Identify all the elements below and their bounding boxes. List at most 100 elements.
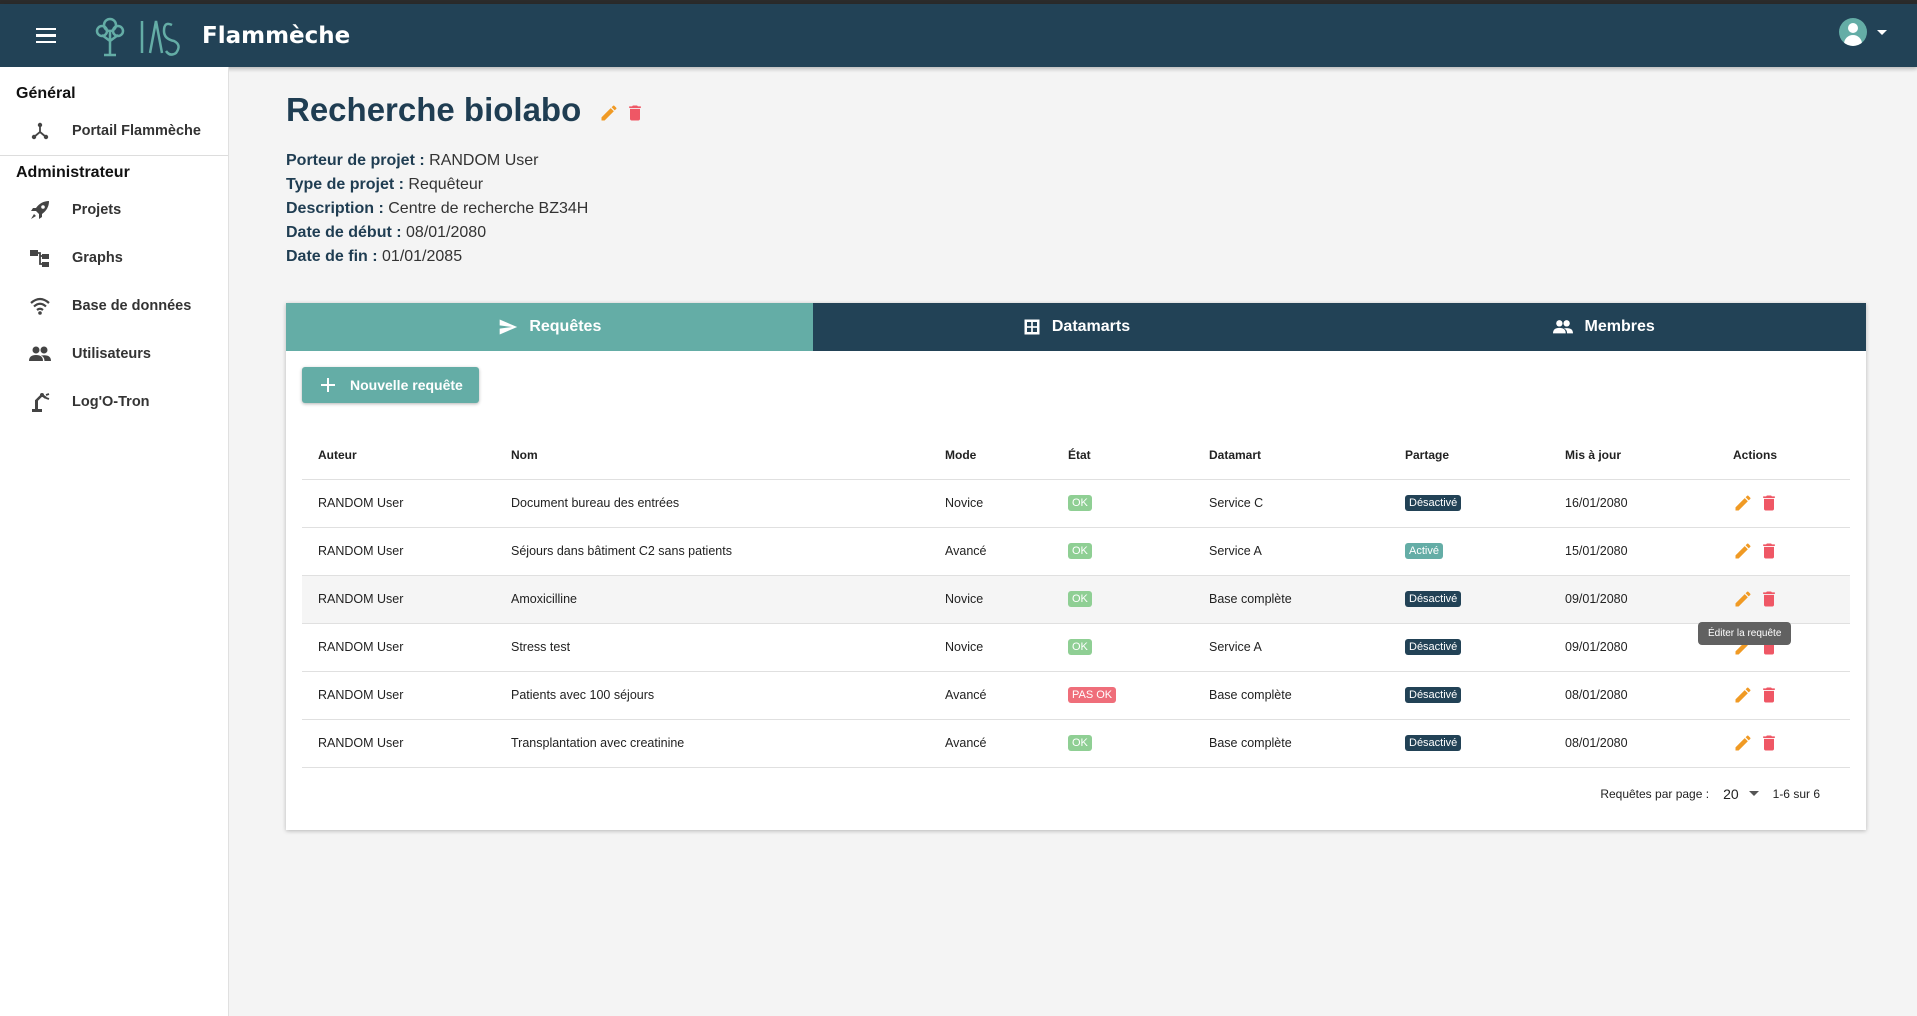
- table-header-row: Auteur Nom Mode État Datamart Partage Mi…: [302, 431, 1850, 479]
- cell-actions: [1717, 526, 1850, 575]
- edit-icon[interactable]: [1733, 589, 1753, 609]
- sidebar-item-label: Projets: [72, 202, 122, 218]
- col-header-datamart[interactable]: Datamart: [1193, 431, 1389, 479]
- table-row[interactable]: RANDOM User Document bureau des entrées No…: [302, 478, 1850, 527]
- table-row[interactable]: RANDOM User Transplantation avec creatini…: [302, 718, 1850, 768]
- delete-icon[interactable]: [1759, 589, 1779, 609]
- info-end-date: Date de fin : 01/01/2085: [286, 248, 463, 265]
- chevron-down-icon: [1877, 29, 1887, 35]
- cell-name: Séjours dans bâtiment C2 sans patients: [495, 526, 929, 575]
- pagination: Requêtes par page : 20 1-6 sur 6: [286, 786, 1820, 802]
- col-header-nom[interactable]: Nom: [495, 431, 929, 479]
- edit-icon[interactable]: [1733, 541, 1753, 561]
- state-badge: OK: [1068, 735, 1092, 751]
- project-info: Porteur de projet : RANDOM User Type de …: [286, 149, 1866, 269]
- account-icon: [1839, 18, 1867, 46]
- rows-per-page-select[interactable]: 20: [1723, 786, 1759, 802]
- robot-arm-icon: [28, 390, 52, 414]
- cell-name: Transplantation avec creatinine: [495, 718, 929, 768]
- hub-icon: [28, 119, 52, 143]
- cell-author: RANDOM User: [302, 670, 495, 719]
- table-row[interactable]: RANDOM User Stress test Novice OK Service A D…: [302, 622, 1850, 671]
- wifi-icon: [28, 294, 52, 318]
- sidebar-section-general: Général: [16, 85, 76, 102]
- sidebar-item-label: Log'O-Tron: [72, 394, 150, 410]
- tab-datamarts[interactable]: Datamarts: [813, 303, 1340, 351]
- cell-state: OK: [1052, 478, 1193, 527]
- share-badge: Désactivé: [1405, 591, 1462, 607]
- col-header-auteur[interactable]: Auteur: [302, 431, 495, 479]
- new-request-button[interactable]: Nouvelle requête: [302, 367, 479, 403]
- cell-mode: Avancé: [929, 670, 1052, 719]
- rows-per-page-label: Requêtes par page :: [1600, 786, 1710, 801]
- col-header-partage[interactable]: Partage: [1389, 431, 1549, 479]
- state-badge: OK: [1068, 495, 1092, 511]
- chevron-down-icon: [1748, 791, 1759, 796]
- info-description: Description : Centre de recherche BZ34H: [286, 200, 589, 217]
- cell-share: Désactivé: [1389, 622, 1549, 671]
- state-badge: OK: [1068, 591, 1092, 607]
- col-header-etat[interactable]: État: [1052, 431, 1193, 479]
- share-badge: Désactivé: [1405, 639, 1462, 655]
- cell-author: RANDOM User: [302, 526, 495, 575]
- cell-datamart: Service A: [1193, 622, 1389, 671]
- sidebar-item-portail[interactable]: Portail Flammèche: [0, 107, 228, 155]
- cell-share: Désactivé: [1389, 718, 1549, 768]
- cell-updated: 08/01/2080: [1549, 718, 1717, 768]
- col-header-mis-a-jour[interactable]: Mis à jour: [1549, 431, 1717, 479]
- tab-requetes[interactable]: Requêtes: [286, 303, 813, 351]
- page-title: Recherche biolabo: [286, 91, 582, 128]
- edit-icon[interactable]: [1733, 685, 1753, 705]
- table-row[interactable]: RANDOM User Amoxicilline Novice OK Base comp…: [302, 574, 1850, 623]
- requests-table: Auteur Nom Mode État Datamart Partage Mi…: [302, 431, 1850, 768]
- delete-icon[interactable]: [1759, 541, 1779, 561]
- cell-updated: 09/01/2080: [1549, 574, 1717, 623]
- delete-project-icon[interactable]: [625, 103, 645, 123]
- edit-project-icon[interactable]: [599, 103, 619, 123]
- table-row[interactable]: RANDOM User Patients avec 100 séjours Avan…: [302, 670, 1850, 719]
- sidebar-item-database[interactable]: Base de données: [0, 282, 228, 330]
- tab-bar: Requêtes Datamarts Membres: [286, 303, 1866, 351]
- col-header-mode[interactable]: Mode: [929, 431, 1052, 479]
- cell-actions: [1717, 478, 1850, 527]
- cell-mode: Avancé: [929, 718, 1052, 768]
- cell-share: Désactivé: [1389, 478, 1549, 527]
- sidebar-item-logotron[interactable]: Log'O-Tron: [0, 378, 228, 426]
- cell-share: Activé: [1389, 526, 1549, 575]
- state-badge: OK: [1068, 543, 1092, 559]
- delete-icon[interactable]: [1759, 733, 1779, 753]
- cell-author: RANDOM User: [302, 718, 495, 768]
- cell-actions: [1717, 670, 1850, 719]
- cell-share: Désactivé: [1389, 574, 1549, 623]
- share-badge: Activé: [1405, 543, 1443, 559]
- sidebar-divider: [0, 155, 228, 156]
- delete-icon[interactable]: [1759, 685, 1779, 705]
- grid-icon: [1024, 319, 1040, 335]
- edit-icon[interactable]: [1733, 733, 1753, 753]
- table-row[interactable]: RANDOM User Séjours dans bâtiment C2 sans…: [302, 526, 1850, 575]
- app-title: Flammèche: [202, 22, 351, 49]
- requests-card: Requêtes Datamarts Membres Nouvelle requ…: [286, 303, 1866, 830]
- sidebar-item-label: Portail Flammèche: [72, 123, 201, 139]
- cell-mode: Novice: [929, 478, 1052, 527]
- info-start-date: Date de début : 08/01/2080: [286, 224, 487, 241]
- edit-icon[interactable]: [1733, 493, 1753, 513]
- sidebar-item-users[interactable]: Utilisateurs: [0, 330, 228, 378]
- cell-mode: Novice: [929, 622, 1052, 671]
- cell-state: OK: [1052, 574, 1193, 623]
- sidebar-item-graphs[interactable]: Graphs: [0, 234, 228, 282]
- sidebar-item-projets[interactable]: Projets: [0, 186, 228, 234]
- cell-author: RANDOM User: [302, 622, 495, 671]
- user-menu[interactable]: [1839, 18, 1887, 46]
- tab-membres[interactable]: Membres: [1339, 303, 1866, 351]
- cell-datamart: Service C: [1193, 478, 1389, 527]
- share-badge: Désactivé: [1405, 687, 1462, 703]
- cell-name: Patients avec 100 séjours: [495, 670, 929, 719]
- sidebar-item-label: Utilisateurs: [72, 346, 151, 362]
- menu-icon[interactable]: [30, 20, 62, 52]
- share-badge: Désactivé: [1405, 735, 1462, 751]
- plus-icon: [321, 378, 335, 392]
- delete-icon[interactable]: [1759, 493, 1779, 513]
- info-type: Type de projet : Requêteur: [286, 176, 484, 193]
- cell-author: RANDOM User: [302, 478, 495, 527]
